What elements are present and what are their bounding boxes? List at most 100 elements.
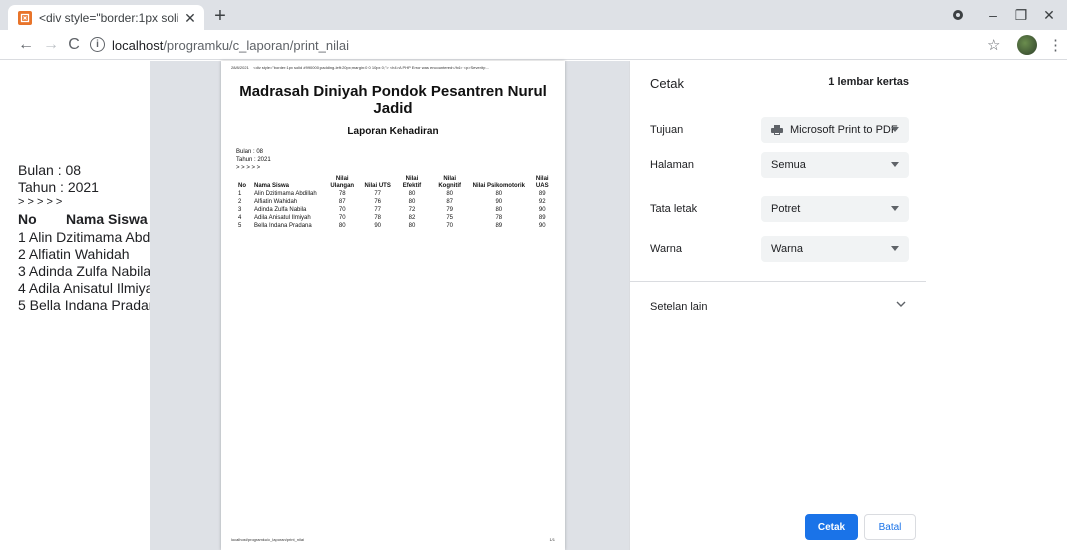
cell-name: Adila Anisatul Ilmiyah <box>254 215 311 221</box>
cell-name: Alfiatin Wahidah <box>254 199 298 205</box>
table-row: 1 Alin Dzitimama Abdillah 78 77 80 80 80 89 <box>236 190 556 198</box>
color-label: Warna <box>650 243 682 255</box>
th-no: No <box>238 183 246 189</box>
cell-score: 76 <box>374 199 382 205</box>
table-row: 5 Bella Indana Pradana 80 90 80 70 89 90 <box>236 222 556 230</box>
profile-avatar[interactable] <box>1017 35 1037 55</box>
printer-icon <box>771 125 783 135</box>
th-efektif: Nilai Efektif <box>402 176 422 189</box>
pages-select[interactable]: Semua <box>761 152 909 178</box>
destination-value: Microsoft Print to PDF <box>790 124 898 136</box>
list-item: 2 Alfiatin Wahidah <box>18 246 130 262</box>
chevron-down-icon <box>891 127 899 132</box>
cell-score: 80 <box>446 191 454 197</box>
browser-tab[interactable]: <div style="border:1px solid #99 ✕ <box>8 5 204 30</box>
cell-no: 2 <box>238 199 242 205</box>
arrows-text: > > > > > <box>18 196 63 208</box>
print-button[interactable]: Cetak <box>805 514 858 540</box>
destination-label: Tujuan <box>650 124 684 136</box>
forward-icon[interactable]: → <box>41 35 61 55</box>
table-header-row: No Nama Siswa Nilai Ulangan Nilai UTS Ni… <box>236 176 556 190</box>
tab-close-icon[interactable]: ✕ <box>182 10 198 26</box>
bookmark-star-icon[interactable]: ☆ <box>987 36 1000 54</box>
sheet-footer-url: localhost/programku/c_laporan/print_nila… <box>231 537 304 542</box>
th-ulangan: Nilai Ulangan <box>330 176 355 189</box>
list-item: 5 Bella Indana Pradana <box>18 297 165 313</box>
cell-score: 80 <box>495 207 503 213</box>
sheet-tahun: Tahun : 2021 <box>236 157 271 163</box>
cell-score: 80 <box>495 191 503 197</box>
page-margin <box>926 61 1067 550</box>
chevron-down-icon <box>891 246 899 251</box>
tahun-text: Tahun : 2021 <box>18 179 99 195</box>
cell-score: 80 <box>408 199 416 205</box>
cell-score: 80 <box>338 223 346 229</box>
th-kognitif: Nilai Kognitif <box>438 176 461 189</box>
cell-name: Alin Dzitimama Abdillah <box>254 191 317 197</box>
cell-score: 75 <box>446 215 454 221</box>
th-name: Nama Siswa <box>254 183 290 189</box>
destination-select[interactable]: Microsoft Print to PDF <box>761 117 909 143</box>
browser-toolbar: ← → C i localhost/programku/c_laporan/pr… <box>0 30 1067 60</box>
new-tab-button[interactable]: + <box>210 6 230 26</box>
cell-score: 78 <box>338 191 346 197</box>
table-row: 3 Adinda Zulfa Nabila 70 77 72 79 80 90 <box>236 206 556 214</box>
cell-no: 1 <box>238 191 242 197</box>
cancel-button[interactable]: Batal <box>864 514 916 540</box>
list-item: 1 Alin Dzitimama Abdil <box>18 229 157 245</box>
sheet-table: No Nama Siswa Nilai Ulangan Nilai UTS Ni… <box>236 176 556 230</box>
bulan-text: Bulan : 08 <box>18 162 82 178</box>
cell-no: 3 <box>238 207 242 213</box>
cell-score: 80 <box>408 191 416 197</box>
print-title: Cetak <box>650 76 684 91</box>
tab-title: <div style="border:1px solid #99 <box>39 10 178 25</box>
sheet-header-date: 28/8/2021 <box>231 65 249 70</box>
cell-score: 90 <box>495 199 503 205</box>
pages-value: Semua <box>771 159 806 171</box>
print-preview-area: 28/8/2021 <div style="border:1px solid #… <box>150 61 629 550</box>
info-icon[interactable]: i <box>90 37 105 52</box>
extension-icon[interactable] <box>940 0 976 30</box>
cell-score: 78 <box>495 215 503 221</box>
cell-score: 77 <box>374 191 382 197</box>
back-icon[interactable]: ← <box>16 35 36 55</box>
cell-score: 87 <box>338 199 346 205</box>
cell-no: 4 <box>238 215 242 221</box>
favicon-icon <box>18 10 32 25</box>
table-row: 4 Adila Anisatul Ilmiyah 70 78 82 75 78 89 <box>236 214 556 222</box>
cell-score: 90 <box>538 207 546 213</box>
sheet-subtitle: Laporan Kehadiran <box>347 126 439 137</box>
preview-sheet: 28/8/2021 <div style="border:1px solid #… <box>221 61 565 550</box>
address-bar[interactable]: localhost/programku/c_laporan/print_nila… <box>112 38 349 53</box>
sheet-header-text: <div style="border:1px solid #990000;pad… <box>253 65 490 70</box>
color-value: Warna <box>771 243 803 255</box>
reload-icon[interactable]: C <box>64 35 84 55</box>
chevron-down-icon[interactable] <box>896 299 906 311</box>
chevron-down-icon <box>891 162 899 167</box>
cell-score: 70 <box>338 215 346 221</box>
list-item: 3 Adinda Zulfa Nabila <box>18 263 152 279</box>
menu-kebab-icon[interactable]: ⋮ <box>1048 36 1063 54</box>
sheet-header: 28/8/2021 <div style="border:1px solid #… <box>231 65 489 70</box>
cell-score: 87 <box>446 199 454 205</box>
table-row: 2 Alfiatin Wahidah 87 76 80 87 90 92 <box>236 198 556 206</box>
th-uts: Nilai UTS <box>364 183 391 189</box>
print-settings-panel: Cetak 1 lembar kertas Tujuan Microsoft P… <box>629 61 927 550</box>
cell-score: 90 <box>374 223 382 229</box>
cell-name: Adinda Zulfa Nabila <box>254 207 307 213</box>
more-settings-label[interactable]: Setelan lain <box>650 301 708 313</box>
color-select[interactable]: Warna <box>761 236 909 262</box>
cell-score: 70 <box>338 207 346 213</box>
th-psikomotorik: Nilai Psikomotorik <box>472 183 525 189</box>
sheet-count: 1 lembar kertas <box>828 76 909 88</box>
list-item: 4 Adila Anisatul Ilmiyah <box>18 280 162 296</box>
pages-label: Halaman <box>650 159 695 171</box>
tab-bar: <div style="border:1px solid #99 ✕ + – ❐… <box>0 0 1067 30</box>
cell-no: 5 <box>238 223 242 229</box>
cell-score: 70 <box>446 223 454 229</box>
cell-score: 78 <box>374 215 382 221</box>
close-window-button[interactable]: ✕ <box>1031 0 1067 30</box>
cell-score: 82 <box>408 215 416 221</box>
layout-label: Tata letak <box>650 203 698 215</box>
layout-select[interactable]: Potret <box>761 196 909 222</box>
